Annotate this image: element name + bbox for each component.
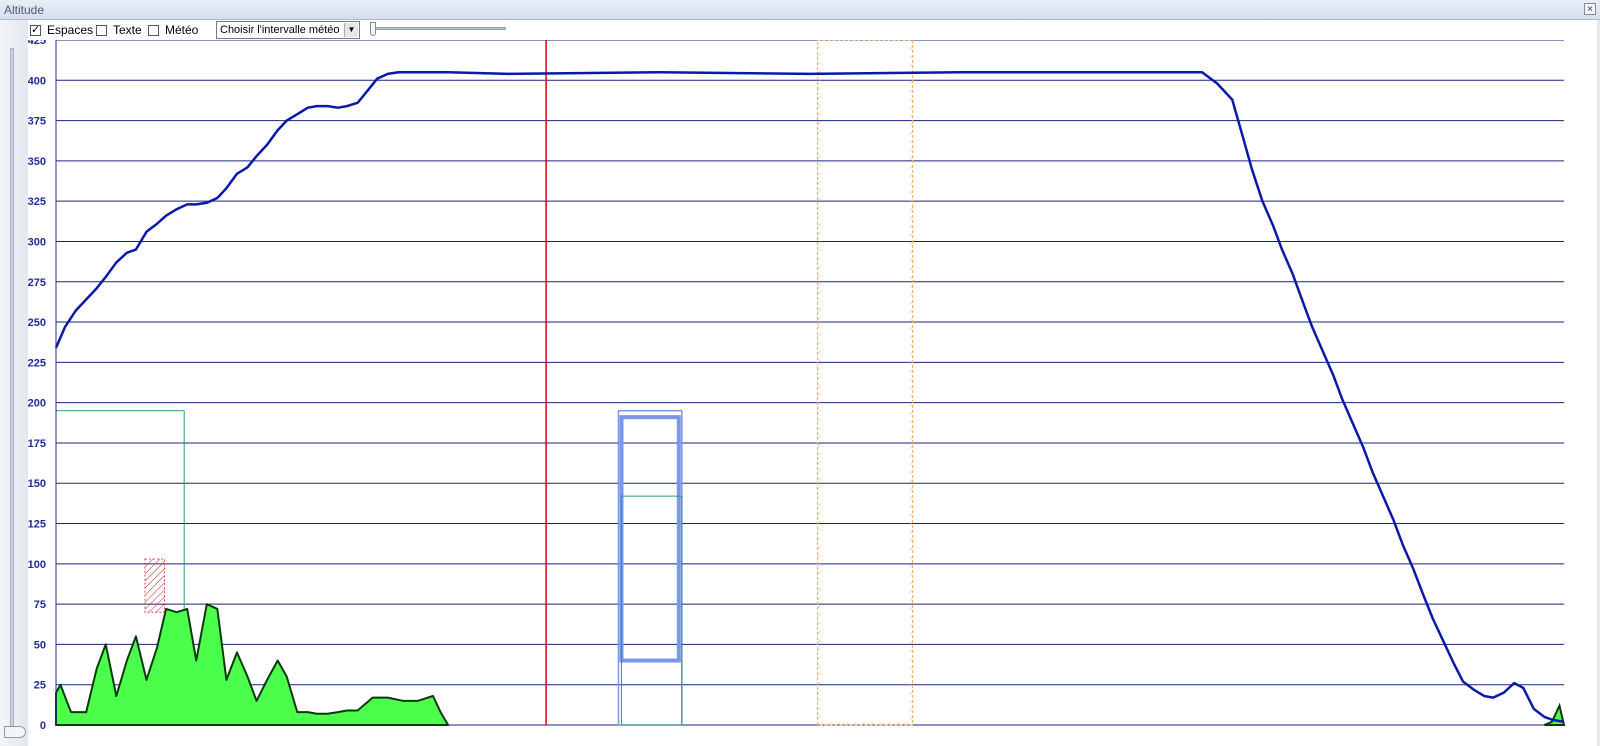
meteo-interval-select[interactable]: Choisir l'intervalle météo ▼ [216,21,360,39]
chevron-down-icon[interactable]: ▼ [344,23,358,37]
y-tick-label: 50 [34,639,46,651]
weather-zone-bottom-hatch [817,722,913,725]
y-tick-label: 350 [28,156,46,168]
espaces-option[interactable]: ✓ Espaces [30,23,93,37]
y-tick-label: 375 [28,116,46,128]
grid-lines [56,40,1564,726]
space-b-inner-top-box [619,415,681,663]
meteo-option[interactable]: Météo [148,23,198,37]
y-tick-label: 0 [40,720,46,730]
space-b-outer-box [617,409,683,726]
y-tick-label: 175 [28,438,46,450]
altitude-profile [54,70,1565,724]
vertical-slider-thumb[interactable] [4,726,26,738]
y-tick-label: 200 [28,398,46,410]
altitude-chart[interactable]: 4254003753503253002752502252001751501251… [28,40,1568,730]
y-tick-label: 150 [28,478,46,490]
y-tick-label: 75 [34,599,46,611]
texte-label: Texte [113,23,142,37]
y-tick-label: 400 [28,75,46,87]
texte-option[interactable]: Texte [96,23,142,37]
weather-zone-box [816,40,914,726]
terrain-area [55,603,450,726]
weather-zone-left-hatch [817,40,821,725]
y-tick-label: 25 [34,680,46,692]
window-title: Altitude [4,3,45,17]
y-tick-label: 275 [28,277,46,289]
vertical-slider-track[interactable] [10,48,14,728]
obstacles [144,558,165,613]
weather-zone [816,40,914,726]
chart-toolbar: ✓ Espaces Texte Météo Choisir l'interval… [28,20,588,42]
altitude-window: Altitude × ✓ Espaces Texte Météo Choisir… [0,0,1600,746]
y-tick-label: 225 [28,357,46,369]
meteo-label: Météo [165,23,199,37]
weather-zone-right-hatch [909,40,913,725]
title-bar: Altitude × [0,0,1600,20]
y-tick-label: 250 [28,317,46,329]
meteo-interval-value: Choisir l'intervalle météo [220,24,340,36]
obstacle-box [144,558,165,613]
vertical-zoom-panel [0,20,28,746]
space-b-inner-low-box [621,495,683,726]
zoom-slider-track[interactable] [374,27,506,30]
y-tick-label: 325 [28,196,46,208]
meteo-checkbox[interactable] [148,24,159,36]
close-icon[interactable]: × [1584,3,1596,15]
y-axis-ticks: 4254003753503253002752502252001751501251… [28,40,46,730]
y-tick-label: 100 [28,559,46,571]
y-tick-label: 425 [28,40,46,47]
espaces-checkbox[interactable]: ✓ [30,24,41,36]
zoom-slider-thumb[interactable] [370,22,376,36]
texte-checkbox[interactable] [96,24,107,36]
altitude-line [54,70,1565,724]
terrain-profile [55,603,1566,726]
espaces-label: Espaces [47,23,94,37]
y-tick-label: 125 [28,519,46,531]
y-tick-label: 300 [28,236,46,248]
